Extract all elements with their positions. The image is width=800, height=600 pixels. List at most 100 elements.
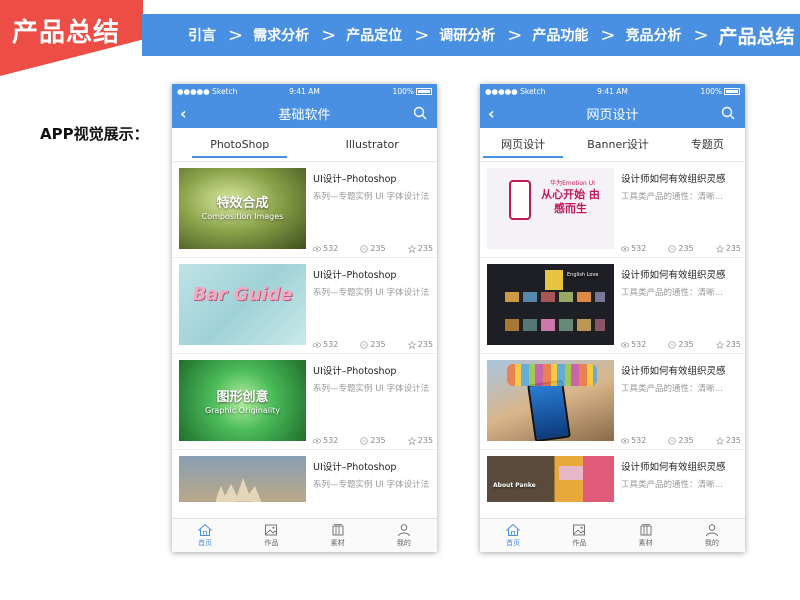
item-body: 设计师如何有效组织灵感 工具类产品的通性：清晰… 532 235 235	[621, 360, 745, 449]
item-body: UI设计–Photoshop 系列—专题实例 UI 字体设计法 532 235 …	[313, 264, 437, 353]
nav-item-requirements[interactable]: 需求分析	[253, 25, 309, 45]
battery-indicator: 100%	[393, 87, 432, 96]
status-bar: ●●●●● Sketch 9:41 AM 100%	[172, 84, 437, 98]
screen-title: 网页设计	[586, 107, 639, 123]
app-showcase-label: APP视觉展示：	[40, 125, 149, 143]
nav-item-research[interactable]: 调研分析	[439, 25, 495, 45]
views-stat: 532	[313, 340, 338, 349]
thumbnail-image: 华为Emotion UI 从心开始 由感而生	[487, 168, 614, 249]
thumbnail-image	[487, 360, 614, 441]
comments-stat: 235	[668, 340, 694, 349]
nav-item-features[interactable]: 产品功能	[532, 25, 588, 45]
list-item[interactable]: 特效合成 Composition Images UI设计–Photoshop 系…	[172, 162, 437, 258]
eye-icon	[313, 437, 321, 444]
album-grid	[505, 319, 605, 331]
comment-icon	[668, 436, 677, 445]
tabbar-materials[interactable]: 素材	[626, 523, 666, 548]
category-tabs: 网页设计 Banner设计 专题页	[480, 128, 745, 162]
phone-mockup-web-design: ●●●●● Sketch 9:41 AM 100% ‹ 网页设计 网页设计 Ba…	[480, 84, 745, 552]
item-body: 设计师如何有效组织灵感 工具类产品的通性：清晰… 532 235 235	[621, 168, 745, 257]
star-icon	[407, 340, 416, 349]
item-description: 系列—专题实例 UI 字体设计法	[313, 480, 430, 490]
list-item[interactable]: English Love 设计师如何有效组织灵感 工具类产品的通性：清晰… 53…	[480, 258, 745, 354]
nav-item-competitors[interactable]: 竞品分析	[625, 25, 681, 45]
thumbnail-caption: English Love	[567, 272, 599, 278]
item-title: 设计师如何有效组织灵感	[621, 174, 726, 185]
tab-photoshop[interactable]: PhotoShop	[192, 128, 288, 162]
tab-illustrator[interactable]: Illustrator	[342, 128, 403, 162]
item-stats: 532 235 235	[313, 436, 433, 445]
image-icon	[265, 524, 278, 536]
thumbnail-caption: Bar Guide	[192, 284, 293, 305]
bottom-tab-bar: 首页 作品 素材 我的	[480, 518, 745, 552]
battery-icon	[416, 88, 432, 95]
thumbnail-caption: 特效合成	[216, 196, 269, 211]
search-icon[interactable]	[721, 106, 735, 120]
item-description: 系列—专题实例 UI 字体设计法	[313, 384, 430, 394]
app-icons-cloud	[507, 364, 597, 386]
tabbar-works[interactable]: 作品	[251, 523, 291, 548]
stars-stat: 235	[407, 340, 433, 349]
pink-panel	[583, 456, 614, 502]
tabbar-profile[interactable]: 我的	[384, 523, 424, 548]
status-bar: ●●●●● Sketch 9:41 AM 100%	[480, 84, 745, 98]
item-description: 系列—专题实例 UI 字体设计法	[313, 288, 430, 298]
search-icon[interactable]	[413, 106, 427, 120]
thumbnail-image: 特效合成 Composition Images	[179, 168, 306, 249]
user-icon	[397, 524, 410, 537]
item-stats: 532 235 235	[621, 436, 741, 445]
nav-item-intro[interactable]: 引言	[188, 25, 216, 45]
list-item[interactable]: 设计师如何有效组织灵感 工具类产品的通性：清晰… 532 235 235	[480, 354, 745, 450]
chevron-right-icon: >	[414, 24, 430, 46]
user-icon	[705, 524, 718, 537]
list-item[interactable]: 图形创意 Graphic Originality UI设计–Photoshop …	[172, 354, 437, 450]
thumbnail-caption: 从心开始 由感而生	[541, 188, 600, 215]
tabbar-materials[interactable]: 素材	[318, 523, 358, 548]
home-icon	[506, 523, 521, 536]
views-stat: 532	[313, 436, 338, 445]
views-stat: 532	[621, 340, 646, 349]
star-icon	[715, 244, 724, 253]
tabbar-profile[interactable]: 我的	[692, 523, 732, 548]
tabbar-home[interactable]: 首页	[185, 523, 225, 548]
item-title: UI设计–Photoshop	[313, 462, 397, 473]
back-chevron-icon[interactable]: ‹	[488, 104, 495, 123]
tab-special-page[interactable]: 专题页	[687, 128, 728, 162]
views-stat: 532	[621, 436, 646, 445]
star-icon	[715, 436, 724, 445]
thumbnail-image: English Love	[487, 264, 614, 345]
tab-banner-design[interactable]: Banner设计	[583, 128, 653, 162]
tab-web-design[interactable]: 网页设计	[483, 128, 564, 162]
album-grid	[505, 292, 605, 302]
tabbar-home[interactable]: 首页	[493, 523, 533, 548]
nav-item-summary[interactable]: 产品总结	[719, 22, 795, 49]
item-description: 工具类产品的通性：清晰…	[621, 480, 724, 490]
comments-stat: 235	[360, 436, 386, 445]
list-item[interactable]: About Panke 设计师如何有效组织灵感 工具类产品的通性：清晰…	[480, 450, 745, 502]
item-body: UI设计–Photoshop 系列—专题实例 UI 字体设计法 532 235 …	[313, 168, 437, 257]
back-chevron-icon[interactable]: ‹	[180, 104, 187, 123]
category-tabs: PhotoShop Illustrator	[172, 128, 437, 162]
item-description: 工具类产品的通性：清晰…	[621, 192, 724, 202]
thumbnail-image: Bar Guide	[179, 264, 306, 345]
list-item[interactable]: Bar Guide UI设计–Photoshop 系列—专题实例 UI 字体设计…	[172, 258, 437, 354]
album-feature	[545, 270, 563, 290]
thumbnail-subcaption: Graphic Originality	[204, 406, 281, 415]
stars-stat: 235	[407, 244, 433, 253]
slide: 产品总结 引言 > 需求分析 > 产品定位 > 调研分析 > 产品功能 > 竞品…	[0, 0, 800, 600]
nav-item-positioning[interactable]: 产品定位	[346, 25, 402, 45]
carrier-label: ●●●●● Sketch	[485, 86, 546, 96]
list-item[interactable]: UI设计–Photoshop 系列—专题实例 UI 字体设计法	[172, 450, 437, 502]
comments-stat: 235	[668, 244, 694, 253]
pink-card	[559, 466, 583, 480]
stars-stat: 235	[715, 244, 741, 253]
item-stats: 532 235 235	[313, 244, 433, 253]
comment-icon	[360, 340, 369, 349]
tabbar-works[interactable]: 作品	[559, 523, 599, 548]
thumbnail-image	[179, 456, 306, 502]
thumbnail-subcaption: Composition Images	[201, 212, 284, 221]
views-stat: 532	[313, 244, 338, 253]
list-item[interactable]: 华为Emotion UI 从心开始 由感而生 设计师如何有效组织灵感 工具类产品…	[480, 162, 745, 258]
carrier-label: ●●●●● Sketch	[177, 86, 238, 96]
chevron-right-icon: >	[600, 24, 616, 46]
